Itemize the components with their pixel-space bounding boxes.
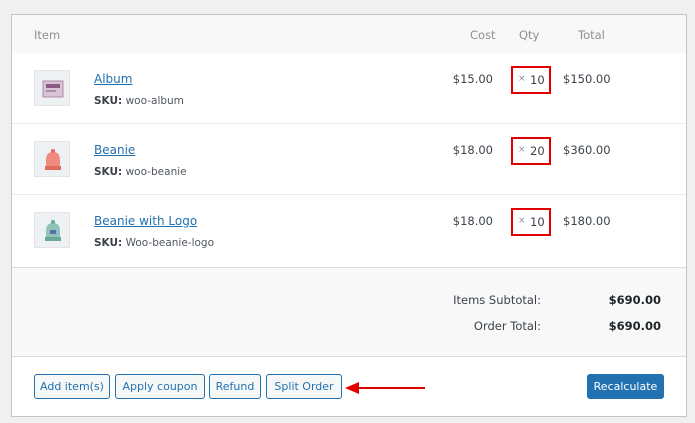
add-items-button[interactable]: Add item(s) bbox=[34, 374, 110, 399]
item-total: $360.00 bbox=[563, 143, 611, 157]
refund-button[interactable]: Refund bbox=[209, 374, 261, 399]
quantity-value: 10 bbox=[530, 73, 545, 87]
arrow-left-icon bbox=[345, 382, 425, 394]
item-quantity: × 10 bbox=[511, 208, 551, 236]
sku-value: Woo-beanie-logo bbox=[125, 237, 215, 249]
apply-coupon-button[interactable]: Apply coupon bbox=[115, 374, 205, 399]
item-total: $150.00 bbox=[563, 72, 611, 86]
order-total-value: $690.00 bbox=[608, 319, 661, 333]
times-icon: × bbox=[518, 216, 526, 226]
order-items-panel: Item Cost Qty Total Album SKU: woo-album… bbox=[11, 14, 687, 417]
table-row: Album SKU: woo-album $15.00 × 10 $150.00 bbox=[12, 53, 686, 124]
item-cost: $18.00 bbox=[452, 143, 493, 157]
item-cost: $15.00 bbox=[452, 72, 493, 86]
split-order-button[interactable]: Split Order bbox=[266, 374, 342, 399]
header-cost: Cost bbox=[470, 28, 496, 42]
order-totals: Items Subtotal: $690.00 Order Total: $69… bbox=[12, 267, 686, 356]
header-qty: Qty bbox=[519, 28, 540, 42]
beanie-logo-thumbnail-icon bbox=[34, 212, 70, 248]
item-quantity: × 10 bbox=[511, 66, 551, 94]
recalculate-button[interactable]: Recalculate bbox=[587, 374, 664, 399]
album-thumbnail-icon bbox=[34, 70, 70, 106]
item-name-link[interactable]: Beanie bbox=[94, 143, 135, 157]
item-sku: SKU: woo-album bbox=[94, 95, 184, 107]
item-sku: SKU: woo-beanie bbox=[94, 166, 187, 178]
times-icon: × bbox=[518, 145, 526, 155]
item-quantity: × 20 bbox=[511, 137, 551, 165]
sku-label: SKU: bbox=[94, 95, 123, 107]
sku-value: woo-album bbox=[125, 95, 184, 107]
item-cost: $18.00 bbox=[452, 214, 493, 228]
header-total: Total bbox=[578, 28, 605, 42]
items-subtotal-value: $690.00 bbox=[608, 293, 661, 307]
item-sku: SKU: Woo-beanie-logo bbox=[94, 237, 214, 249]
sku-label: SKU: bbox=[94, 166, 123, 178]
table-row: Beanie SKU: woo-beanie $18.00 × 20 $360.… bbox=[12, 124, 686, 195]
sku-value: woo-beanie bbox=[125, 166, 187, 178]
beanie-thumbnail-icon bbox=[34, 141, 70, 177]
header-item: Item bbox=[34, 28, 61, 42]
items-subtotal-label: Items Subtotal: bbox=[453, 293, 541, 307]
table-row: Beanie with Logo SKU: Woo-beanie-logo $1… bbox=[12, 195, 686, 266]
item-name-link[interactable]: Beanie with Logo bbox=[94, 214, 197, 228]
item-total: $180.00 bbox=[563, 214, 611, 228]
item-name-link[interactable]: Album bbox=[94, 72, 132, 86]
order-actions: Add item(s) Apply coupon Refund Split Or… bbox=[12, 356, 686, 418]
sku-label: SKU: bbox=[94, 237, 123, 249]
times-icon: × bbox=[518, 74, 526, 84]
order-total-label: Order Total: bbox=[473, 319, 541, 333]
quantity-value: 20 bbox=[530, 144, 545, 158]
table-header: Item Cost Qty Total bbox=[12, 15, 686, 53]
quantity-value: 10 bbox=[530, 215, 545, 229]
